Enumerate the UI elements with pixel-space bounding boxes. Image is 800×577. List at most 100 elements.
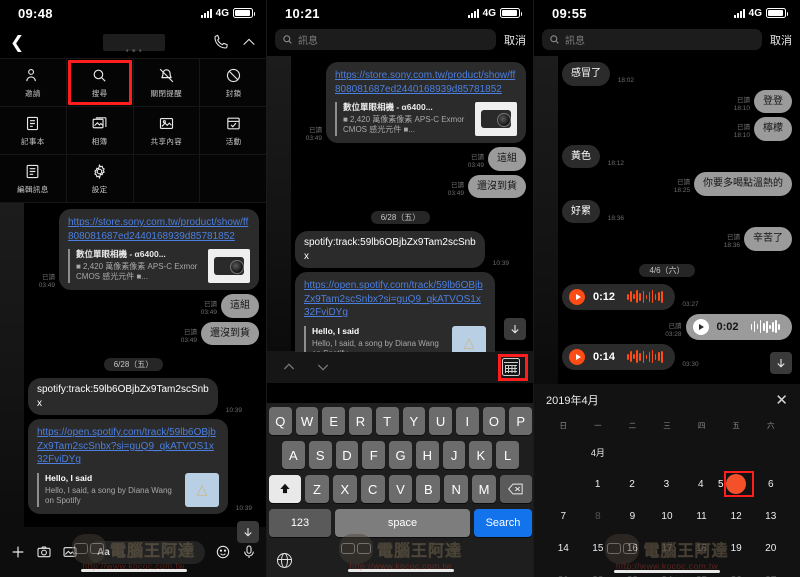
spotify-preview-card[interactable]: https://open.spotify.com/track/59lb6OBjb… [28, 419, 228, 514]
calendar-day[interactable]: 18 [684, 537, 719, 559]
menu-item-album[interactable]: 相簿 [66, 107, 134, 155]
calendar-day[interactable]: 11 [684, 505, 719, 527]
globe-icon[interactable] [277, 552, 292, 568]
key-r[interactable]: R [349, 407, 372, 435]
calendar-button[interactable] [502, 358, 520, 376]
calendar-day[interactable]: 16 [615, 537, 650, 559]
key-i[interactable]: I [455, 407, 479, 435]
key-y[interactable]: Y [402, 407, 426, 435]
key-j[interactable]: J [442, 441, 466, 469]
calendar-day[interactable]: 21 [546, 569, 581, 577]
calendar-day[interactable]: 26 [719, 569, 754, 577]
message-bubble[interactable]: 你要多喝點溫熱的 [694, 172, 792, 196]
calendar-day[interactable]: 15 [581, 537, 616, 559]
message-bubble[interactable]: 感冒了 [562, 62, 610, 86]
search-key[interactable]: Search [474, 509, 532, 537]
key-m[interactable]: M [472, 475, 497, 503]
message-bubble[interactable]: 檸檬 [754, 117, 792, 141]
message-bubble[interactable]: 好累 [562, 199, 600, 223]
key-k[interactable]: K [469, 441, 493, 469]
calendar-day[interactable]: 2 [615, 473, 649, 495]
key-s[interactable]: S [308, 441, 332, 469]
calendar-day[interactable]: 22 [581, 569, 616, 577]
calendar-day[interactable]: 9 [615, 505, 650, 527]
key-z[interactable]: Z [305, 475, 329, 503]
search-input[interactable]: 訊息 [275, 29, 496, 50]
calendar-day[interactable]: 17 [650, 537, 685, 559]
key-t[interactable]: T [375, 407, 399, 435]
play-icon[interactable] [569, 288, 585, 305]
menu-item-search[interactable]: 搜尋 [66, 59, 134, 107]
menu-item-mute[interactable]: 關閉提醒 [133, 59, 201, 107]
calendar-day[interactable]: 6 [754, 473, 788, 495]
link-url[interactable]: https://open.spotify.com/track/59lb6OBjb… [304, 279, 486, 320]
key-o[interactable]: O [482, 407, 506, 435]
calendar-day-selected[interactable]: 5 [718, 471, 754, 497]
message-bubble[interactable]: 黃色 [562, 144, 600, 168]
scroll-to-bottom-button[interactable] [237, 521, 259, 543]
message-bubble[interactable]: spotify:track:59lb6OBjbZx9Tam2scSnbx [28, 378, 218, 415]
voice-message[interactable]: 0:02 [685, 313, 792, 340]
numbers-key[interactable]: 123 [269, 509, 331, 537]
link-url[interactable]: https://store.sony.com.tw/product/show/f… [68, 216, 250, 243]
calendar-day[interactable]: 13 [753, 505, 788, 527]
menu-item-block[interactable]: 封鎖 [200, 59, 267, 107]
key-d[interactable]: D [335, 441, 359, 469]
calendar-day[interactable]: 27 [753, 569, 788, 577]
scroll-to-bottom-button[interactable] [770, 352, 792, 374]
message-bubble[interactable]: 還沒到貨 [468, 174, 526, 198]
message-bubble[interactable]: 還沒到貨 [201, 321, 259, 345]
voice-message[interactable]: 0:14 [562, 343, 675, 370]
spotify-preview-card[interactable]: https://open.spotify.com/track/59lb6OBjb… [295, 272, 495, 352]
menu-item-invite[interactable]: 邀請 [0, 59, 67, 107]
message-bubble[interactable]: 這組 [221, 294, 259, 318]
menu-item-notes[interactable]: 記事本 [0, 107, 67, 155]
calendar-day[interactable]: 19 [719, 537, 754, 559]
phone-icon[interactable] [213, 34, 229, 50]
calendar-day[interactable]: 1 [580, 473, 614, 495]
shift-key[interactable] [269, 475, 301, 503]
message-bubble[interactable]: spotify:track:59lb6OBjbZx9Tam2scSnbx [295, 231, 485, 268]
menu-item-settings[interactable]: 設定 [66, 155, 134, 203]
key-p[interactable]: P [509, 407, 533, 435]
calendar-day[interactable]: 14 [546, 537, 581, 559]
search-input[interactable]: 訊息 [542, 29, 762, 50]
link-url[interactable]: https://store.sony.com.tw/product/show/f… [335, 69, 517, 96]
chevron-down-icon[interactable] [315, 359, 331, 375]
key-v[interactable]: V [388, 475, 413, 503]
menu-item-shared-content[interactable]: 共享內容 [133, 107, 201, 155]
key-x[interactable]: X [332, 475, 357, 503]
microphone-icon[interactable] [241, 544, 257, 560]
key-a[interactable]: A [281, 441, 305, 469]
space-key[interactable]: space [335, 509, 470, 537]
calendar-day[interactable]: 20 [753, 537, 788, 559]
calendar-day[interactable]: 4 [684, 473, 718, 495]
smiley-icon[interactable] [215, 544, 231, 560]
voice-message[interactable]: 0:12 [562, 283, 675, 310]
photo-icon[interactable] [62, 544, 78, 560]
link-url[interactable]: https://open.spotify.com/track/59lb6OBjb… [37, 426, 219, 467]
backspace-key[interactable] [500, 475, 533, 503]
back-chevron-icon[interactable]: ❮ [10, 34, 24, 51]
calendar-day[interactable]: 12 [719, 505, 754, 527]
key-h[interactable]: H [415, 441, 439, 469]
camera-icon[interactable] [36, 544, 52, 560]
play-icon[interactable] [692, 318, 709, 335]
message-bubble[interactable]: 這組 [488, 147, 526, 171]
plus-icon[interactable] [10, 544, 26, 560]
cancel-button[interactable]: 取消 [770, 32, 792, 48]
key-l[interactable]: L [496, 441, 520, 469]
key-u[interactable]: U [429, 407, 452, 435]
play-icon[interactable] [569, 348, 585, 365]
menu-item-events[interactable]: 活動 [200, 107, 267, 155]
key-f[interactable]: F [362, 441, 386, 469]
close-icon[interactable]: ✕ [775, 393, 788, 408]
link-preview-card[interactable]: https://store.sony.com.tw/product/show/f… [59, 209, 259, 290]
key-c[interactable]: C [360, 475, 385, 503]
key-b[interactable]: B [416, 475, 441, 503]
key-g[interactable]: G [389, 441, 412, 469]
chevron-up-icon[interactable] [241, 34, 257, 50]
key-n[interactable]: N [444, 475, 469, 503]
cancel-button[interactable]: 取消 [504, 32, 526, 48]
key-q[interactable]: Q [268, 407, 292, 435]
